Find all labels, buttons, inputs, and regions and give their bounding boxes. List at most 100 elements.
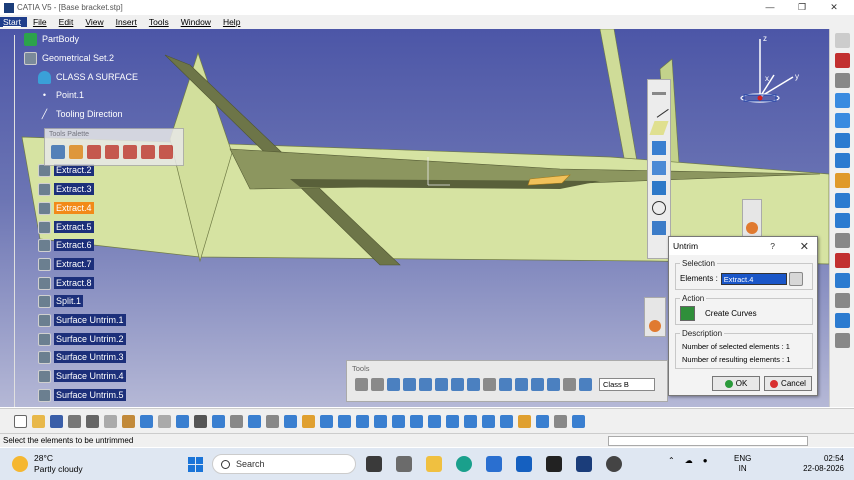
elements-field[interactable]: Extract.4 — [720, 272, 787, 285]
tree-node-surface-untrim-4[interactable]: Surface Untrim.4 — [38, 368, 126, 384]
widget-app-icon[interactable] — [396, 456, 412, 472]
palette-tool-icon[interactable] — [159, 145, 173, 159]
pattern-icon[interactable] — [834, 273, 850, 288]
palette-tool-icon[interactable] — [141, 145, 155, 159]
tree-node-surface-untrim-2[interactable]: Surface Untrim.2 — [38, 331, 126, 347]
snap-icon[interactable] — [435, 378, 448, 391]
menu-view[interactable]: View — [79, 17, 109, 27]
settings-app-icon[interactable] — [606, 456, 622, 472]
floating-vertical-toolbar[interactable] — [647, 79, 671, 259]
command-input[interactable] — [608, 436, 808, 446]
create-curves-checkbox[interactable] — [680, 306, 695, 321]
untrim-tool-icon[interactable] — [834, 213, 850, 228]
menu-window[interactable]: Window — [175, 17, 217, 27]
pan-icon[interactable] — [338, 414, 351, 428]
chevron-up-icon[interactable]: ⌃ — [668, 456, 675, 465]
plane-tool-icon[interactable] — [649, 121, 669, 135]
normal-view-icon[interactable] — [410, 414, 423, 428]
iso-view-icon[interactable] — [446, 414, 459, 428]
whats-this-icon[interactable] — [176, 414, 189, 428]
fill-icon[interactable] — [834, 133, 850, 148]
palette-tool-icon[interactable] — [123, 145, 137, 159]
language-indicator[interactable]: ENG IN — [734, 454, 751, 474]
select-icon[interactable] — [834, 33, 850, 48]
restore-button[interactable]: ❐ — [786, 0, 818, 15]
cloud-icon[interactable]: ☁ — [685, 456, 693, 465]
ok-button[interactable]: OK — [712, 376, 760, 391]
menu-edit[interactable]: Edit — [53, 17, 80, 27]
mini-tool-icon[interactable] — [649, 320, 661, 332]
palette-tool-icon[interactable] — [105, 145, 119, 159]
cut-icon[interactable] — [86, 414, 99, 428]
filter-icon[interactable] — [563, 378, 576, 391]
weather-widget[interactable]: 28°C Partly cloudy — [12, 453, 83, 475]
dialog-close-button[interactable]: ✕ — [800, 240, 809, 253]
class-select[interactable]: Class B — [599, 378, 655, 391]
taskbar-search[interactable]: Search — [212, 454, 356, 474]
tree-node-extract-4[interactable]: Extract.4 — [38, 200, 94, 216]
tree-node-extract-8[interactable]: Extract.8 — [38, 275, 94, 291]
swap-space-icon[interactable] — [500, 414, 513, 428]
extrude-icon[interactable] — [834, 93, 850, 108]
windows-start-icon[interactable] — [188, 457, 203, 472]
menu-start[interactable]: Start — [0, 17, 27, 27]
material-icon[interactable] — [518, 414, 531, 428]
store-icon[interactable] — [486, 456, 502, 472]
scale-icon[interactable] — [834, 293, 850, 308]
tree-node-point[interactable]: • Point.1 — [38, 87, 86, 103]
measure-item-icon[interactable] — [554, 414, 567, 428]
cancel-button[interactable]: Cancel — [764, 376, 812, 391]
table-icon[interactable] — [248, 414, 261, 428]
formula-icon[interactable] — [194, 414, 207, 428]
paste-icon[interactable] — [122, 414, 135, 428]
catia-taskbar-icon[interactable] — [576, 456, 592, 472]
blend-icon[interactable] — [834, 153, 850, 168]
print-icon[interactable] — [68, 414, 81, 428]
file-explorer-icon[interactable] — [426, 456, 442, 472]
minimize-button[interactable]: — — [754, 0, 786, 15]
inertia-icon[interactable] — [572, 414, 585, 428]
catalog-icon[interactable] — [451, 378, 464, 391]
rotate-icon[interactable] — [371, 378, 384, 391]
split-tool-icon[interactable] — [834, 193, 850, 208]
tools-palette[interactable]: Tools Palette — [44, 128, 184, 166]
intersection-tool-icon[interactable] — [652, 161, 666, 175]
menu-insert[interactable]: Insert — [110, 17, 143, 27]
multi-view-icon[interactable] — [428, 414, 441, 428]
palette-tool-icon[interactable] — [87, 145, 101, 159]
microphone-icon[interactable]: ● — [703, 456, 708, 465]
tree-node-extract-7[interactable]: Extract.7 — [38, 256, 94, 272]
undo-icon[interactable] — [140, 414, 153, 428]
tree-node-class-a-surface[interactable]: CLASS A SURFACE — [38, 69, 140, 85]
element-list-button[interactable] — [788, 271, 803, 286]
class-icon[interactable] — [579, 378, 592, 391]
task-view-icon[interactable] — [366, 456, 382, 472]
extrude-tool-icon[interactable] — [652, 181, 666, 195]
tree-node-extract-5[interactable]: Extract.5 — [38, 219, 94, 235]
tree-node-partbody[interactable]: PartBody — [24, 31, 81, 47]
specification-tree[interactable]: PartBody Geometrical Set.2 CLASS A SURFA… — [0, 29, 200, 407]
hide-show-icon[interactable] — [482, 414, 495, 428]
macro-icon[interactable] — [266, 414, 279, 428]
tree-node-extract-3[interactable]: Extract.3 — [38, 181, 94, 197]
sweep-icon[interactable] — [834, 73, 850, 88]
terminal-icon[interactable] — [546, 456, 562, 472]
sketch-tool-icon[interactable] — [230, 414, 243, 428]
tree-node-tooling-direction[interactable]: ╱ Tooling Direction — [38, 106, 125, 122]
menu-help[interactable]: Help — [217, 17, 246, 27]
menu-file[interactable]: File — [27, 17, 53, 27]
update-icon[interactable] — [355, 378, 368, 391]
clock[interactable]: 02:54 22-08-2026 — [800, 454, 844, 474]
spline-tool-icon[interactable] — [652, 221, 666, 235]
tree-node-surface-untrim-5[interactable]: Surface Untrim.5 — [38, 387, 126, 403]
mini-toolbar-2[interactable] — [644, 297, 666, 337]
grid-icon[interactable] — [403, 378, 416, 391]
analysis-icon[interactable] — [499, 378, 512, 391]
redo-icon[interactable] — [158, 414, 171, 428]
outlook-icon[interactable] — [516, 456, 532, 472]
palette-tool-icon[interactable] — [51, 145, 65, 159]
edge-browser-icon[interactable] — [456, 456, 472, 472]
mini-toolbar[interactable] — [742, 199, 762, 239]
mini-tool-icon[interactable] — [746, 222, 758, 234]
copy-icon[interactable] — [104, 414, 117, 428]
